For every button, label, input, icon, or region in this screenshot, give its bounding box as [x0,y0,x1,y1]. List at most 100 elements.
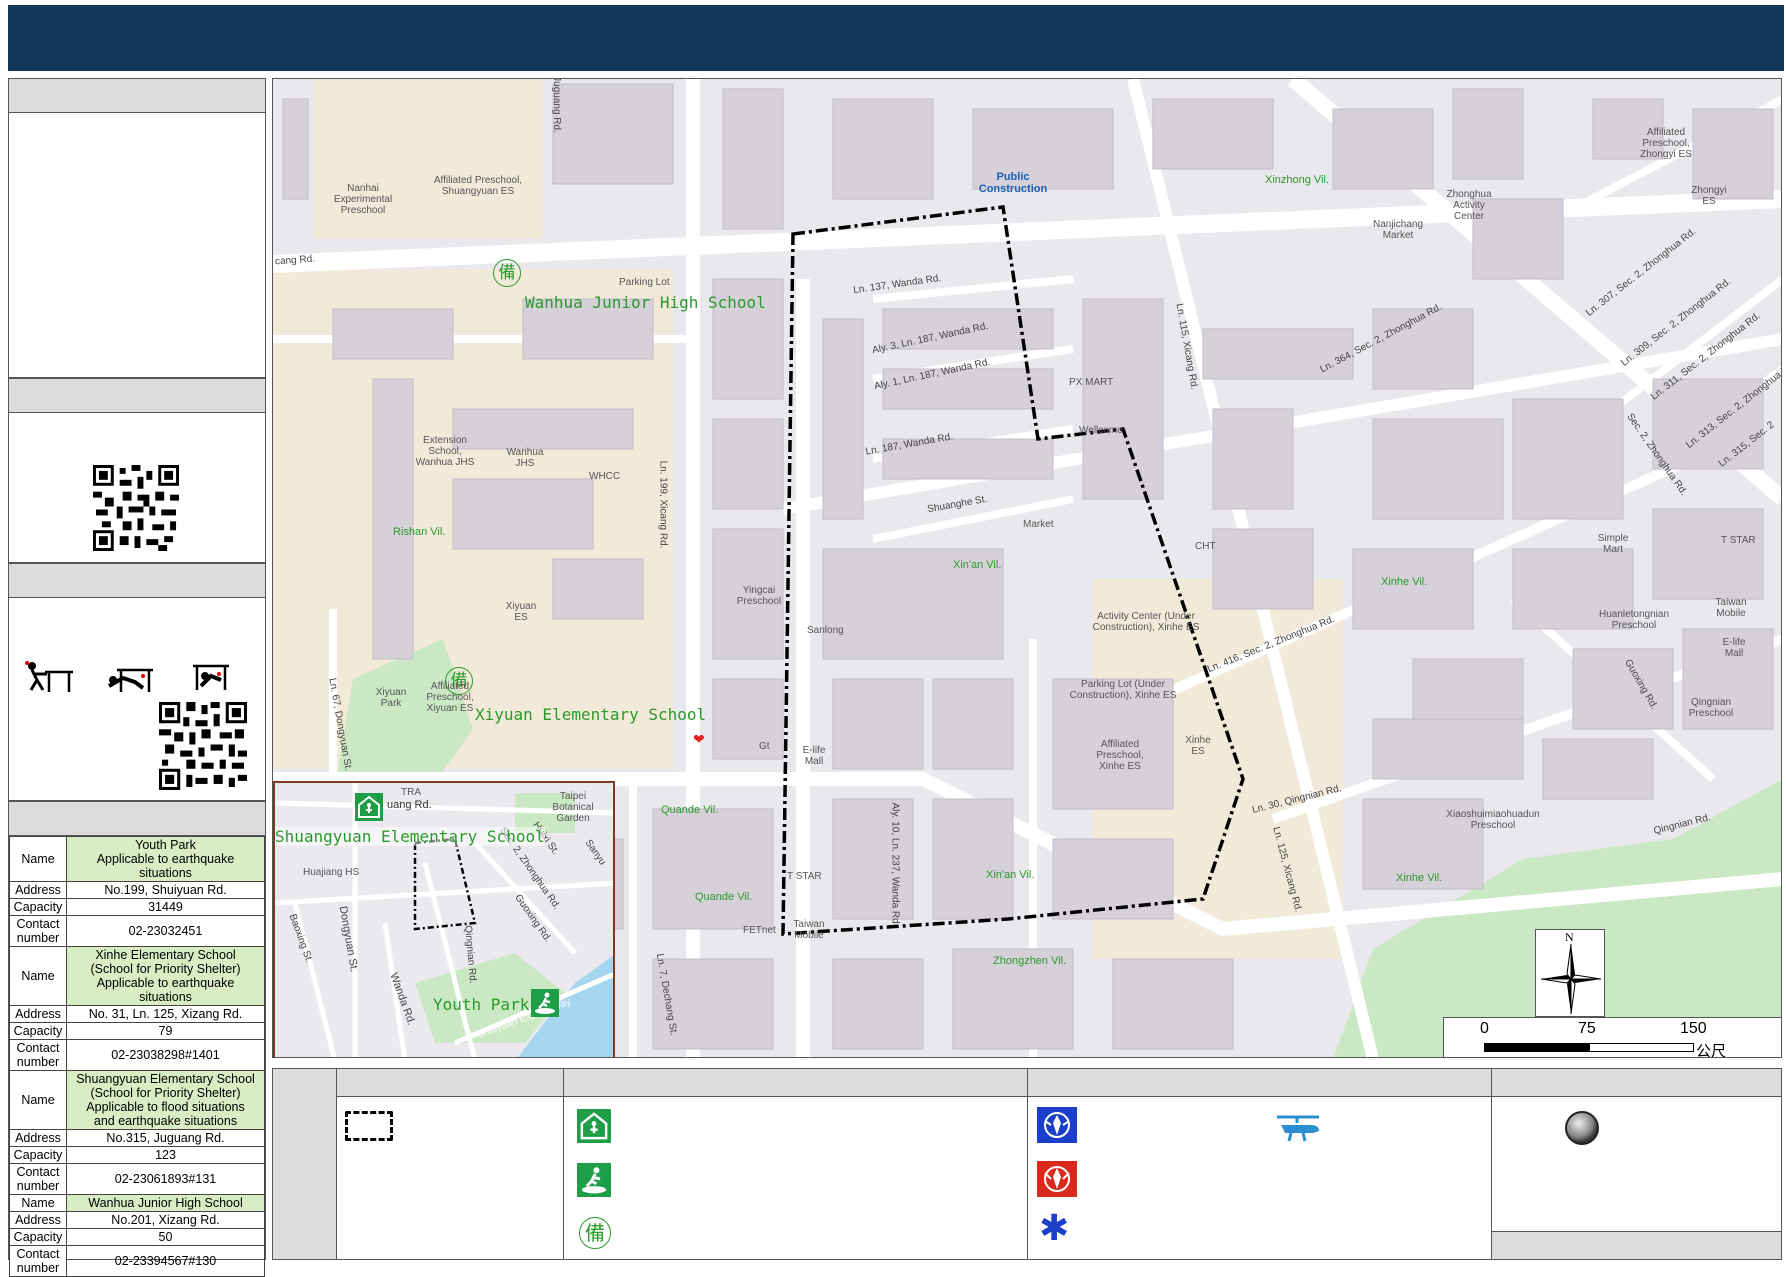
scale-bar: 0 75 150 公尺 [1443,1017,1781,1057]
poi-label: T STAR [787,871,822,882]
poi-label: WHCC [589,471,621,482]
poi-label: Simple Mart [1597,533,1629,555]
table-cell: No.201, Xizang Rd. [66,1211,265,1229]
north-arrow: N [1535,929,1605,1017]
poi-label: Taiwan Mobile [793,919,825,941]
table-row: Contact number 02-23038298#1401 [9,1039,265,1071]
gray-circle-icon [1565,1111,1599,1145]
poi-label: Nanhai Experimental Preschool [333,183,393,216]
shelter-building-icon [577,1109,611,1143]
evacuation-person-icon[interactable] [531,989,559,1017]
ambulance-icon: ✱ [1039,1208,1070,1249]
poi-label: Affiliated Preschool, Xinhe ES [1096,739,1144,772]
inset-map-canvas [275,783,613,1057]
main-map[interactable]: Public Construction Wanhua Junior High S… [272,78,1782,1058]
poi-label: Affiliated Preschool, Zhongyi ES [1640,127,1692,160]
table-key: Capacity [9,1228,67,1246]
village-label: Quande Vil. [661,804,719,816]
table-key: Name [9,1194,67,1212]
inset-label: TRA [401,787,421,798]
table-row: Capacity 79 [9,1022,265,1040]
shelter-name-line: and earthquake situations [93,1114,238,1128]
table-key: Address [9,1129,67,1147]
table-key: Address [9,1211,67,1229]
poi-label: T STAR [1721,535,1756,546]
table-cell: 123 [66,1146,265,1164]
qr-panel [8,378,266,563]
inset-label: Huajiang HS [303,867,360,878]
poi-label: CHT [1195,541,1216,552]
legend-divider [1027,1069,1028,1259]
scale-bar-white [1589,1043,1694,1052]
table-key: Address [9,881,67,899]
table-key: Contact number [9,1039,67,1071]
qr-code-icon[interactable] [159,702,247,790]
shelter-name-line: Applicable to flood situations [86,1100,245,1114]
safety-panel-header [9,564,265,598]
table-row: Capacity 123 [9,1146,265,1164]
poi-label: PX MART [1069,377,1114,388]
table-row: Name Youth Park Applicable to earthquake… [9,836,265,882]
table-row: Address No.201, Xizang Rd. [9,1211,265,1229]
road-label: Ln. 199, Xicang Rd. [657,460,669,549]
shelter-panel: Name Youth Park Applicable to earthquake… [8,801,266,1277]
legend-divider [563,1069,564,1259]
table-row: Name Shuangyuan Elementary School (Schoo… [9,1070,265,1130]
table-cell: 31449 [66,898,265,916]
poi-label: Qingnian Preschool [1688,697,1734,719]
shelter-name-line: Applicable to earthquake situations [96,852,235,880]
inset-label: uang Rd. [387,799,432,811]
drop-icon [25,661,73,692]
poi-label: Gt [759,741,770,752]
poi-label: Affiliated Preschool, Xiyuan ES [426,681,474,714]
shelter-name-line: Youth Park [135,838,196,852]
inset-shelter-label[interactable]: Shuangyuan Elementary School [275,827,545,846]
poi-label: Zhongyi ES [1691,185,1727,207]
table-row: Address No.315, Juguang Rd. [9,1129,265,1147]
table-key: Contact number [9,915,67,947]
scale-tick: 0 [1480,1020,1489,1037]
village-label: Xin'an Vil. [953,559,1002,571]
table-cell: Wanhua Junior High School [66,1194,265,1212]
header-bar [8,5,1784,71]
poi-label: Parking Lot (Under Construction), Xinhe … [1069,679,1177,701]
village-label: Zhongzhen Vil. [993,955,1067,967]
shelter-label-xiyuan[interactable]: Xiyuan Elementary School [475,705,706,724]
table-row: Capacity 31449 [9,898,265,916]
scale-bar-black [1484,1043,1589,1052]
village-label: Xinzhong Vil. [1265,174,1330,186]
boundary-swatch [345,1111,393,1141]
poi-label: Affiliated Preschool, Shuangyuan ES [433,175,523,197]
table-cell: 02-23038298#1401 [66,1039,265,1071]
poi-label: Xinhe ES [1185,735,1211,757]
scale-tick: 75 [1578,1020,1596,1037]
qr-code-icon[interactable] [93,465,179,551]
table-row: Address No.199, Shuiyuan Rd. [9,881,265,899]
shelter-building-icon[interactable] [355,793,383,821]
poi-label: Wanhua JHS [506,447,544,469]
shelter-name-line: Shuangyuan Elementary School [76,1072,255,1086]
poi-label: Taiwan Mobile [1715,597,1747,619]
shelter-panel-header [9,802,265,836]
poi-label: Sanlong [807,625,844,636]
public-construction-label: Public Construction [978,171,1048,195]
inset-label: Taipei Botanical Garden [552,791,594,824]
scale-tick: 150 [1680,1020,1707,1037]
table-row: Contact number 02-23394567#130 [9,1245,265,1277]
village-label: Xin'an Vil. [986,869,1035,881]
village-label: Xinhe Vil. [1381,576,1428,588]
inset-shelter-label[interactable]: Youth Park [433,995,529,1014]
table-key: Contact number [9,1163,67,1195]
compass-icon [1541,944,1601,1014]
table-cell: 02-23061893#131 [66,1163,265,1195]
shelter-label-wanhua[interactable]: Wanhua Junior High School [525,293,766,312]
table-key: Name [9,1070,67,1130]
evacuation-person-icon [577,1163,611,1197]
table-row: Contact number 02-23061893#131 [9,1163,265,1195]
table-row: Contact number 02-23032451 [9,915,265,947]
inset-map[interactable]: TRA uang Rd. Taipei Botanical Garden Hua… [273,781,615,1057]
table-cell: 02-23394567#130 [66,1245,265,1277]
poi-label: E-life Mall [1722,637,1746,659]
table-cell: No. 31, Ln. 125, Xizang Rd. [66,1005,265,1023]
table-cell: 50 [66,1228,265,1246]
